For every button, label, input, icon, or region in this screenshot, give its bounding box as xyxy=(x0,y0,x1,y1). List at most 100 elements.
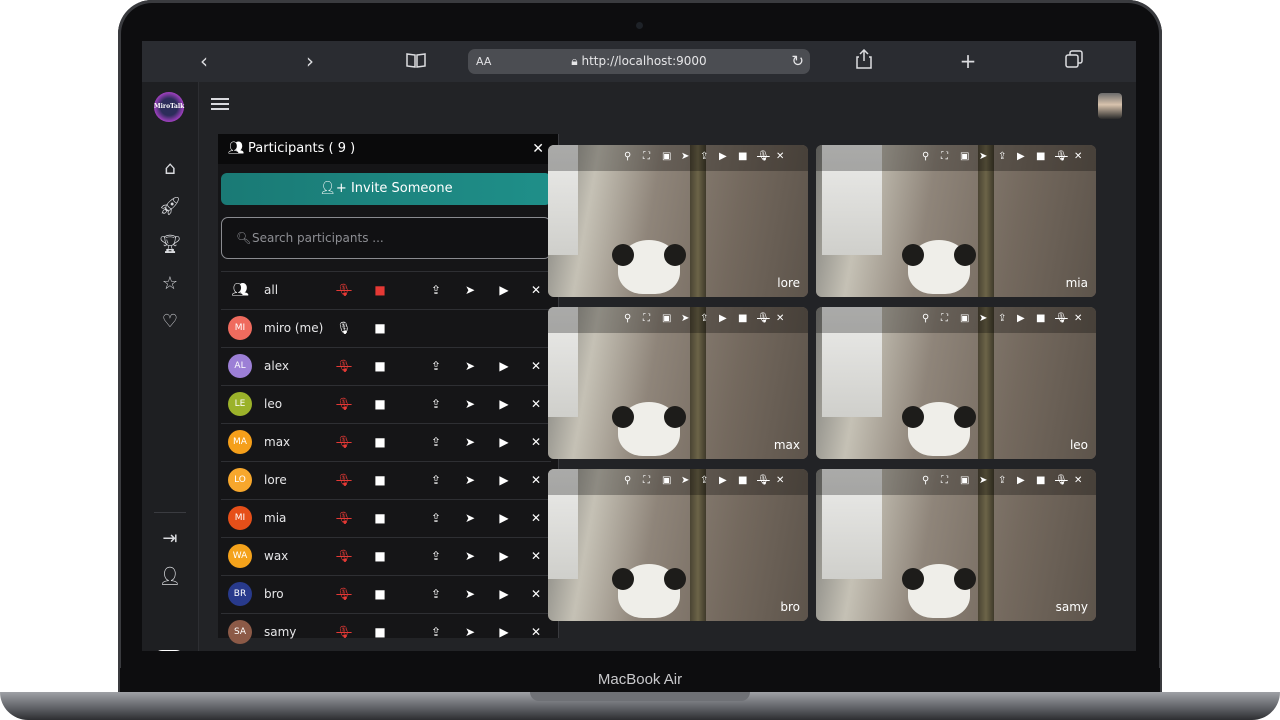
menu-icon[interactable] xyxy=(211,98,229,112)
snapshot-icon[interactable]: ▣ xyxy=(662,151,671,162)
video-icon[interactable]: ■ xyxy=(371,424,389,461)
video-icon[interactable]: ■ xyxy=(371,462,389,499)
mic-muted-icon[interactable]: 🎙︎ xyxy=(1055,313,1068,324)
send-icon[interactable]: ➤ xyxy=(979,151,987,162)
upload-icon[interactable]: ⇪ xyxy=(700,313,708,324)
video-tile[interactable]: ⚲ ⛶ ▣ ➤ ⇪ ▶ ■ 🎙︎ ✕ max xyxy=(548,307,808,459)
snapshot-icon[interactable]: ▣ xyxy=(960,151,969,162)
close-icon[interactable]: ✕ xyxy=(776,151,784,162)
kick-icon[interactable]: ✕ xyxy=(527,614,545,651)
youtube-icon[interactable]: ▶ xyxy=(719,151,727,162)
back-icon[interactable]: ‹ xyxy=(194,49,214,73)
snapshot-icon[interactable]: ▣ xyxy=(960,313,969,324)
snapshot-icon[interactable]: ▣ xyxy=(662,475,671,486)
send-icon[interactable]: ➤ xyxy=(681,313,689,324)
send-icon[interactable]: ➤ xyxy=(461,500,479,537)
send-icon[interactable]: ➤ xyxy=(681,151,689,162)
send-icon[interactable]: ➤ xyxy=(461,614,479,651)
address-bar[interactable]: AA 🔒︎ http://localhost:9000 ↻ xyxy=(468,49,810,74)
video-icon[interactable]: ■ xyxy=(1036,151,1045,162)
fullscreen-icon[interactable]: ⛶ xyxy=(941,151,948,162)
send-icon[interactable]: ➤ xyxy=(461,424,479,461)
video-off-icon[interactable]: ■ xyxy=(371,272,389,309)
invite-button[interactable]: 👤︎+ Invite Someone xyxy=(221,173,551,205)
upload-icon[interactable]: ⇪ xyxy=(427,424,445,461)
upload-icon[interactable]: ⇪ xyxy=(427,538,445,575)
video-icon[interactable]: ■ xyxy=(1036,475,1045,486)
forward-icon[interactable]: › xyxy=(300,49,320,73)
youtube-icon[interactable]: ▶ xyxy=(1017,475,1025,486)
exit-icon[interactable]: ⇥ xyxy=(158,527,182,551)
mic-muted-icon[interactable]: 🎙︎ xyxy=(335,272,353,309)
video-icon[interactable]: ■ xyxy=(1036,313,1045,324)
video-tile[interactable]: ⚲ ⛶ ▣ ➤ ⇪ ▶ ■ 🎙︎ ✕ bro xyxy=(548,469,808,621)
mic-icon[interactable]: 🎙︎ xyxy=(335,310,353,347)
send-icon[interactable]: ➤ xyxy=(461,576,479,613)
video-icon[interactable]: ■ xyxy=(371,386,389,423)
mic-muted-icon[interactable]: 🎙︎ xyxy=(335,538,353,575)
heart-icon[interactable]: ♡ xyxy=(158,310,182,334)
upload-icon[interactable]: ⇪ xyxy=(998,151,1006,162)
video-icon[interactable]: ■ xyxy=(738,151,747,162)
kick-icon[interactable]: ✕ xyxy=(527,538,545,575)
mic-muted-icon[interactable]: 🎙︎ xyxy=(757,313,770,324)
upload-icon[interactable]: ⇪ xyxy=(427,500,445,537)
fullscreen-icon[interactable]: ⛶ xyxy=(643,151,650,162)
youtube-icon[interactable]: ▶ xyxy=(495,576,513,613)
send-icon[interactable]: ➤ xyxy=(979,313,987,324)
upload-icon[interactable]: ⇪ xyxy=(427,272,445,309)
avatar[interactable] xyxy=(1098,93,1122,119)
pin-icon[interactable]: ⚲ xyxy=(922,313,929,324)
snapshot-icon[interactable]: ▣ xyxy=(960,475,969,486)
youtube-icon[interactable]: ▶ xyxy=(495,424,513,461)
upload-icon[interactable]: ⇪ xyxy=(427,576,445,613)
mic-muted-icon[interactable]: 🎙︎ xyxy=(335,424,353,461)
send-icon[interactable]: ➤ xyxy=(979,475,987,486)
fullscreen-icon[interactable]: ⛶ xyxy=(941,475,948,486)
send-icon[interactable]: ➤ xyxy=(681,475,689,486)
share-icon[interactable] xyxy=(852,48,876,73)
youtube-icon[interactable]: ▶ xyxy=(495,614,513,651)
home-icon[interactable]: ⌂ xyxy=(158,157,182,181)
video-icon[interactable]: ■ xyxy=(371,538,389,575)
mic-muted-icon[interactable]: 🎙︎ xyxy=(335,576,353,613)
youtube-icon[interactable]: ▶ xyxy=(495,272,513,309)
kick-icon[interactable]: ✕ xyxy=(527,348,545,385)
upload-icon[interactable]: ⇪ xyxy=(700,151,708,162)
pin-icon[interactable]: ⚲ xyxy=(624,151,631,162)
send-icon[interactable]: ➤ xyxy=(461,272,479,309)
close-icon[interactable]: ✕ xyxy=(532,134,544,164)
upload-icon[interactable]: ⇪ xyxy=(998,313,1006,324)
youtube-icon[interactable]: ▶ xyxy=(719,475,727,486)
video-icon[interactable]: ■ xyxy=(371,348,389,385)
send-icon[interactable]: ➤ xyxy=(461,386,479,423)
video-icon[interactable]: ■ xyxy=(371,500,389,537)
video-tile[interactable]: ⚲ ⛶ ▣ ➤ ⇪ ▶ ■ 🎙︎ ✕ samy xyxy=(816,469,1096,621)
pin-icon[interactable]: ⚲ xyxy=(922,475,929,486)
upload-icon[interactable]: ⇪ xyxy=(700,475,708,486)
video-icon[interactable]: ■ xyxy=(371,310,389,347)
pin-icon[interactable]: ⚲ xyxy=(624,313,631,324)
rocket-icon[interactable]: 🚀︎ xyxy=(158,195,182,219)
youtube-icon[interactable]: ▶ xyxy=(1017,313,1025,324)
upload-icon[interactable]: ⇪ xyxy=(427,614,445,651)
video-tile[interactable]: ⚲ ⛶ ▣ ➤ ⇪ ▶ ■ 🎙︎ ✕ leo xyxy=(816,307,1096,459)
video-icon[interactable]: ■ xyxy=(738,475,747,486)
mic-muted-icon[interactable]: 🎙︎ xyxy=(757,475,770,486)
video-tile[interactable]: ⚲ ⛶ ▣ ➤ ⇪ ▶ ■ 🎙︎ ✕ lore xyxy=(548,145,808,297)
mic-muted-icon[interactable]: 🎙︎ xyxy=(335,462,353,499)
youtube-icon[interactable]: ▶ xyxy=(495,386,513,423)
trophy-icon[interactable]: 🏆︎ xyxy=(158,233,182,257)
upload-icon[interactable]: ⇪ xyxy=(427,386,445,423)
kick-icon[interactable]: ✕ xyxy=(527,462,545,499)
kick-icon[interactable]: ✕ xyxy=(527,500,545,537)
close-icon[interactable]: ✕ xyxy=(1074,151,1082,162)
snapshot-icon[interactable]: ▣ xyxy=(662,313,671,324)
mic-muted-icon[interactable]: 🎙︎ xyxy=(335,348,353,385)
mic-muted-icon[interactable]: 🎙︎ xyxy=(1055,475,1068,486)
upload-icon[interactable]: ⇪ xyxy=(427,348,445,385)
mic-muted-icon[interactable]: 🎙︎ xyxy=(757,151,770,162)
kick-icon[interactable]: ✕ xyxy=(527,576,545,613)
tabs-icon[interactable] xyxy=(1062,49,1086,73)
close-icon[interactable]: ✕ xyxy=(1074,475,1082,486)
